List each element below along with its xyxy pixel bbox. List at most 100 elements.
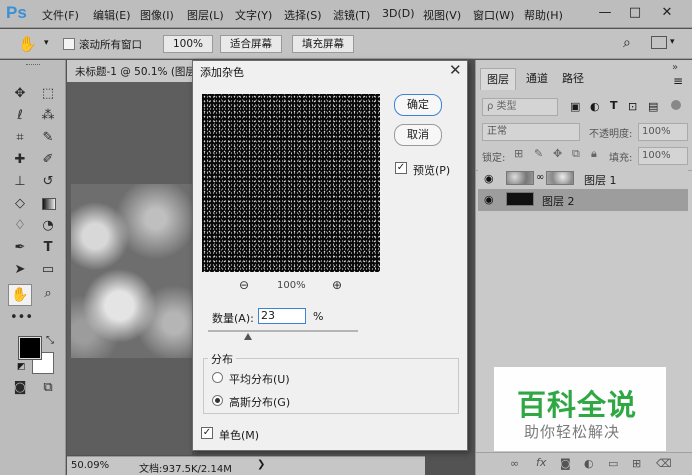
more-tools-icon[interactable]: •••	[10, 308, 33, 328]
link-icon[interactable]: ∞	[510, 457, 519, 470]
gaussian-radio[interactable]	[212, 395, 223, 406]
filter-adjustment-icon[interactable]: ◐	[590, 100, 600, 113]
search-icon[interactable]: ⌕	[623, 35, 631, 51]
folder-icon[interactable]: ▭	[608, 457, 618, 470]
lock-artboard-icon[interactable]: ⧉	[572, 147, 580, 161]
hand-tool-selected-icon[interactable]: ✋	[8, 284, 32, 306]
blur-tool-icon[interactable]: ♢	[10, 216, 30, 236]
menu-file[interactable]: 文件(F)	[42, 7, 79, 23]
layer-thumbnail[interactable]	[506, 171, 534, 185]
menu-edit[interactable]: 编辑(E)	[93, 7, 131, 23]
uniform-radio[interactable]	[212, 372, 223, 383]
marquee-tool-icon[interactable]: ⬚	[38, 84, 58, 104]
adjustment-icon[interactable]: ◐	[584, 457, 594, 470]
layer-filter-select[interactable]: ρ 类型	[482, 98, 558, 116]
cancel-button[interactable]: 取消	[394, 124, 442, 146]
scroll-all-windows-checkbox[interactable]	[63, 38, 75, 50]
amount-slider-thumb[interactable]	[244, 333, 252, 340]
layer-row-1[interactable]: ◉ ∞ 图层 1	[478, 168, 688, 190]
gradient-tool-icon[interactable]	[42, 198, 56, 210]
trash-icon[interactable]: ⌫	[656, 457, 672, 470]
menu-3d[interactable]: 3D(D)	[382, 7, 415, 20]
fill-screen-button[interactable]: 填充屏幕	[292, 35, 354, 53]
lock-transparent-icon[interactable]: ⊞	[514, 147, 523, 160]
filter-shape-icon[interactable]: ⊡	[628, 100, 637, 113]
blend-mode-select[interactable]: 正常	[482, 123, 580, 141]
move-tool-icon[interactable]: ✥	[10, 84, 30, 104]
monochromatic-checkbox[interactable]: ✓	[201, 427, 213, 439]
amount-slider-track[interactable]	[208, 330, 358, 332]
zoom-in-icon[interactable]: ⊕	[332, 278, 342, 292]
swap-colors-icon[interactable]: ⤡	[46, 335, 54, 346]
eyedropper-tool-icon[interactable]: ✎	[38, 128, 58, 148]
menu-image[interactable]: 图像(I)	[140, 7, 174, 23]
status-zoom[interactable]: 50.09%	[71, 460, 109, 471]
layer-name[interactable]: 图层 1	[584, 172, 617, 188]
opacity-field[interactable]: 100%	[638, 123, 688, 141]
foreground-color-swatch[interactable]	[18, 336, 42, 360]
lock-pixels-icon[interactable]: ✎	[534, 147, 543, 160]
hand-tool-icon[interactable]: ✋	[18, 35, 37, 53]
visibility-eye-icon[interactable]: ◉	[484, 172, 494, 185]
workspace-icon[interactable]	[651, 36, 667, 49]
menu-window[interactable]: 窗口(W)	[473, 7, 514, 23]
filter-type-icon[interactable]: T	[610, 99, 618, 112]
mask-icon[interactable]: ◙	[560, 457, 571, 470]
tab-paths[interactable]: 路径	[556, 68, 590, 90]
fx-icon[interactable]: fx	[536, 456, 546, 469]
pen-tool-icon[interactable]: ✒	[10, 238, 30, 258]
magic-wand-tool-icon[interactable]: ⁂	[38, 106, 58, 126]
default-colors-icon[interactable]: ◩	[17, 362, 26, 372]
rectangle-tool-icon[interactable]: ▭	[38, 260, 58, 280]
history-brush-tool-icon[interactable]: ↺	[38, 172, 58, 192]
canvas-image[interactable]	[71, 184, 192, 358]
menu-view[interactable]: 视图(V)	[423, 7, 461, 23]
tab-layers[interactable]: 图层	[480, 68, 516, 90]
quick-mask-icon[interactable]: ◙	[10, 378, 30, 398]
type-tool-icon[interactable]: T	[38, 238, 58, 258]
menu-help[interactable]: 帮助(H)	[524, 7, 563, 23]
path-selection-tool-icon[interactable]: ➤	[10, 260, 30, 280]
layer-name[interactable]: 图层 2	[542, 193, 575, 209]
screen-mode-icon[interactable]: ⧉	[38, 378, 58, 398]
filter-smart-object-icon[interactable]: ▤	[648, 100, 658, 113]
zoom-out-icon[interactable]: ⊖	[239, 278, 249, 292]
layer-mask-thumbnail[interactable]	[546, 171, 574, 185]
minimize-button[interactable]: —	[594, 3, 616, 23]
lock-all-icon[interactable]: 🔒︎	[591, 147, 597, 161]
new-layer-icon[interactable]: ⊞	[632, 457, 641, 470]
ok-button[interactable]: 确定	[394, 94, 442, 116]
filter-pixel-icon[interactable]: ▣	[570, 100, 580, 113]
fill-field[interactable]: 100%	[638, 147, 688, 165]
stamp-tool-icon[interactable]: ⊥	[10, 172, 30, 192]
fit-screen-button[interactable]: 适合屏幕	[220, 35, 282, 53]
close-icon[interactable]: ✕	[449, 61, 462, 79]
filter-toggle-icon[interactable]	[671, 100, 681, 110]
preview-checkbox[interactable]: ✓	[395, 162, 407, 174]
chain-link-icon[interactable]: ∞	[536, 172, 544, 183]
menu-type[interactable]: 文字(Y)	[235, 7, 272, 23]
crop-tool-icon[interactable]: ⌗	[10, 128, 30, 148]
lasso-tool-icon[interactable]: ℓ	[10, 106, 30, 126]
status-menu-chevron-icon[interactable]: ❯	[257, 459, 265, 470]
panel-menu-icon[interactable]: ≡	[673, 74, 683, 88]
layer-thumbnail[interactable]	[506, 192, 534, 206]
amount-input[interactable]: 23	[258, 308, 306, 324]
zoom-100-button[interactable]: 100%	[163, 35, 213, 53]
panel-collapse-icon[interactable]: »	[672, 62, 678, 73]
menu-select[interactable]: 选择(S)	[284, 7, 322, 23]
maximize-button[interactable]: □	[624, 3, 646, 23]
toolbar-grip[interactable]	[26, 64, 40, 66]
close-window-button[interactable]: ✕	[656, 3, 678, 23]
workspace-chevron-icon[interactable]: ▾	[670, 37, 675, 47]
tab-channels[interactable]: 通道	[520, 68, 554, 90]
healing-brush-tool-icon[interactable]: ✚	[10, 150, 30, 170]
lock-position-icon[interactable]: ✥	[553, 147, 562, 160]
eraser-tool-icon[interactable]: ◇	[10, 194, 30, 214]
tool-preset-chevron-icon[interactable]: ▾	[44, 38, 49, 48]
menu-layer[interactable]: 图层(L)	[187, 7, 224, 23]
noise-preview[interactable]	[202, 94, 380, 272]
menu-filter[interactable]: 滤镜(T)	[333, 7, 370, 23]
layer-row-2-selected[interactable]: ◉ 图层 2	[478, 189, 688, 211]
dodge-tool-icon[interactable]: ◔	[38, 216, 58, 236]
